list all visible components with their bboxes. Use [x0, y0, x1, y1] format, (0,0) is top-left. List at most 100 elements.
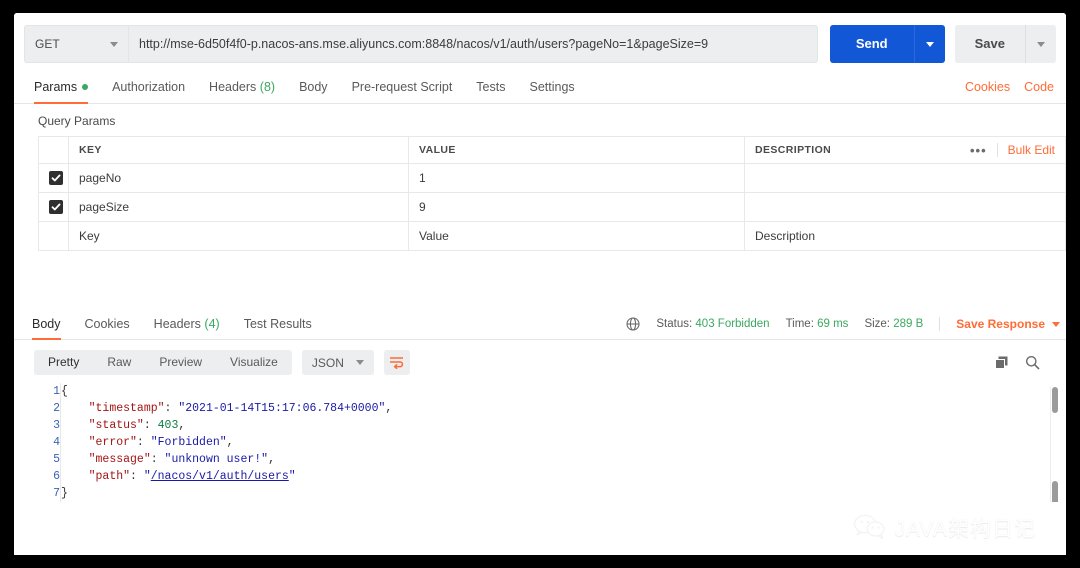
search-icon[interactable]: [1025, 355, 1040, 370]
view-mode-raw[interactable]: Raw: [93, 350, 145, 375]
bulk-edit-link[interactable]: Bulk Edit: [996, 143, 1055, 157]
params-spacer: [14, 251, 1066, 309]
response-tab-test-results-label: Test Results: [243, 317, 312, 331]
param-value-pageSize[interactable]: 9: [408, 192, 745, 222]
response-tab-cookies[interactable]: Cookies: [73, 317, 142, 339]
send-button[interactable]: Send: [829, 25, 914, 63]
chevron-down-icon: [1052, 321, 1060, 327]
column-header-description: DESCRIPTION ••• Bulk Edit: [744, 136, 1066, 164]
watermark: JAVA架构日记: [853, 513, 1036, 543]
param-value-pageNo[interactable]: 1: [408, 163, 745, 193]
tab-params-label: Params: [34, 80, 78, 94]
tab-headers[interactable]: Headers (8): [197, 80, 287, 103]
code-line-content[interactable]: {: [61, 383, 393, 400]
code-line-content[interactable]: "status": 403,: [61, 417, 393, 434]
response-status: Status: 403 Forbidden: [656, 318, 769, 330]
code-line-content[interactable]: "timestamp": "2021-01-14T15:17:06.784+00…: [61, 400, 393, 417]
params-active-dot-icon: [82, 84, 89, 90]
table-row: pageNo 1: [38, 163, 1066, 193]
response-tab-headers[interactable]: Headers (4): [142, 317, 232, 339]
request-url-input[interactable]: http://mse-6d50f4f0-p.nacos-ans.mse.aliy…: [128, 25, 818, 63]
postman-window: GET http://mse-6d50f4f0-p.nacos-ans.mse.…: [14, 13, 1066, 555]
http-method-select[interactable]: GET: [24, 25, 128, 63]
response-time: Time: 69 ms: [786, 318, 849, 330]
wechat-icon: [853, 514, 887, 543]
tab-settings[interactable]: Settings: [517, 80, 586, 103]
code-scrollbar-thumb-top[interactable]: [1052, 387, 1058, 413]
cookies-link[interactable]: Cookies: [965, 80, 1010, 94]
column-header-description-label: DESCRIPTION: [755, 144, 832, 156]
query-params-table: KEY VALUE DESCRIPTION ••• Bulk Edit page…: [38, 136, 1066, 251]
response-body-code[interactable]: 1{2 "timestamp": "2021-01-14T15:17:06.78…: [14, 383, 1066, 502]
param-description-pageNo[interactable]: [744, 163, 1066, 193]
code-link[interactable]: Code: [1024, 80, 1054, 94]
row-checkbox-cell: [38, 163, 69, 193]
code-line-content[interactable]: }: [61, 485, 393, 502]
tab-headers-count: (8): [259, 80, 276, 94]
table-row-new: Key Value Description: [38, 221, 1066, 251]
tab-params[interactable]: Params: [24, 80, 100, 104]
tab-authorization[interactable]: Authorization: [100, 80, 197, 103]
column-header-key: KEY: [68, 136, 409, 164]
checkbox-pageNo[interactable]: [49, 170, 63, 185]
tab-body[interactable]: Body: [287, 80, 340, 103]
code-table: 1{2 "timestamp": "2021-01-14T15:17:06.78…: [34, 383, 392, 502]
response-tab-headers-count: (4): [204, 317, 220, 331]
response-body-toolbar: Pretty Raw Preview Visualize JSON: [14, 340, 1066, 383]
row-checkbox-cell-empty: [38, 221, 69, 251]
request-url-row: GET http://mse-6d50f4f0-p.nacos-ans.mse.…: [14, 13, 1066, 73]
code-line-content[interactable]: "path": "/nacos/v1/auth/users": [61, 468, 393, 485]
code-scrollbar-thumb-bottom[interactable]: [1052, 481, 1058, 502]
watermark-text: JAVA架构日记: [894, 518, 1036, 541]
code-line-number: 6: [34, 468, 61, 485]
response-toolbar-actions: [994, 355, 1056, 370]
save-button-group: Save: [954, 25, 1056, 63]
save-response-button[interactable]: Save Response: [939, 317, 1060, 331]
response-tab-bar: Body Cookies Headers (4) Test Results St…: [14, 309, 1066, 340]
tab-authorization-label: Authorization: [112, 80, 186, 94]
request-tab-bar: Params Authorization Headers (8) Body Pr…: [14, 73, 1066, 104]
response-tab-body-label: Body: [32, 317, 61, 331]
globe-icon[interactable]: [626, 317, 640, 331]
view-mode-pretty[interactable]: Pretty: [34, 350, 93, 375]
save-button[interactable]: Save: [954, 25, 1025, 63]
param-key-pageNo[interactable]: pageNo: [68, 163, 409, 193]
tab-tests[interactable]: Tests: [464, 80, 517, 103]
code-line-number: 2: [34, 400, 61, 417]
param-key-pageSize[interactable]: pageSize: [68, 192, 409, 222]
new-param-value-input[interactable]: Value: [408, 221, 745, 251]
chevron-down-icon: [110, 41, 118, 47]
send-options-button[interactable]: [913, 25, 945, 63]
response-size-label: Size:: [864, 318, 891, 330]
tab-pre-request-script[interactable]: Pre-request Script: [340, 80, 465, 103]
save-options-button[interactable]: [1025, 25, 1056, 63]
copy-icon[interactable]: [994, 355, 1009, 370]
response-tab-test-results[interactable]: Test Results: [232, 317, 324, 339]
new-param-description-input[interactable]: Description: [744, 221, 1066, 251]
view-mode-visualize[interactable]: Visualize: [216, 350, 292, 375]
response-format-select[interactable]: JSON: [301, 350, 374, 375]
param-description-pageSize[interactable]: [744, 192, 1066, 222]
code-line: 7}: [34, 485, 392, 502]
response-meta-bar: Status: 403 Forbidden Time: 69 ms Size: …: [626, 317, 1060, 339]
request-tab-links: Cookies Code: [965, 80, 1056, 103]
code-line: 2 "timestamp": "2021-01-14T15:17:06.784+…: [34, 400, 392, 417]
code-line-number: 7: [34, 485, 61, 502]
column-header-value: VALUE: [408, 136, 745, 164]
code-scrollbar[interactable]: [1050, 387, 1058, 502]
code-line-content[interactable]: "message": "unknown user!",: [61, 451, 393, 468]
response-tab-body[interactable]: Body: [24, 317, 73, 340]
new-param-key-input[interactable]: Key: [68, 221, 409, 251]
more-options-icon[interactable]: •••: [960, 144, 997, 157]
code-line-content[interactable]: "error": "Forbidden",: [61, 434, 393, 451]
select-all-cell: [38, 136, 69, 164]
checkbox-pageSize[interactable]: [49, 199, 63, 214]
table-row: pageSize 9: [38, 192, 1066, 222]
code-line-number: 5: [34, 451, 61, 468]
code-line-number: 3: [34, 417, 61, 434]
response-format-label: JSON: [311, 355, 344, 370]
tab-tests-label: Tests: [476, 80, 506, 94]
view-mode-preview[interactable]: Preview: [145, 350, 216, 375]
wrap-lines-button[interactable]: [383, 350, 410, 375]
response-tab-headers-label: Headers: [153, 317, 201, 331]
